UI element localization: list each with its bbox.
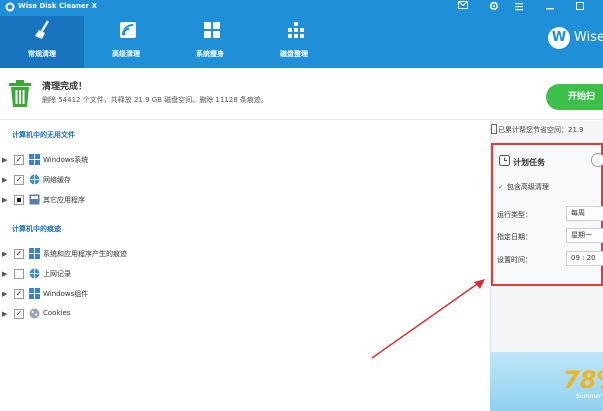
- trash-icon: [9, 80, 31, 107]
- app-logo-icon: [5, 2, 15, 12]
- title-bar: Wise Disk Cleaner X: [0, 0, 603, 14]
- app-title: Wise Disk Cleaner X: [18, 2, 97, 10]
- windows-icon: [29, 288, 40, 299]
- disk-icon: [491, 124, 497, 134]
- globe-icon: [29, 174, 40, 185]
- item-label: 上网记录: [43, 270, 71, 278]
- globe-icon: [29, 268, 40, 279]
- item-checkbox[interactable]: ✓: [14, 249, 24, 259]
- expand-arrow-icon[interactable]: ▶: [2, 156, 8, 164]
- maximize-icon[interactable]: [574, 1, 586, 12]
- promo-subtitle: Summer: [576, 393, 602, 400]
- expand-arrow-icon[interactable]: ▶: [2, 196, 8, 204]
- expand-arrow-icon[interactable]: ▶: [2, 176, 8, 184]
- mail-icon[interactable]: [457, 1, 469, 12]
- brand-logo-icon: W: [548, 27, 570, 49]
- windows-icon: [204, 22, 220, 38]
- minimize-icon[interactable]: [544, 1, 556, 12]
- item-checkbox[interactable]: ✓: [14, 289, 24, 299]
- list-item[interactable]: ▶ 其它应用程序: [0, 193, 480, 207]
- list-item[interactable]: ▶ ✓ 系统和应用程序产生的痕迹: [0, 247, 480, 261]
- item-label: Windows组件: [43, 290, 89, 298]
- tab-label: 系统瘦身: [196, 50, 224, 58]
- list-item[interactable]: ▶ ✓ 网络缓存: [0, 173, 480, 187]
- expand-arrow-icon[interactable]: ▶: [2, 310, 8, 318]
- item-checkbox[interactable]: ✓: [14, 175, 24, 185]
- list-item[interactable]: ▶ ✓ Windows系统: [0, 153, 480, 167]
- app-icon: [29, 194, 40, 205]
- windows-icon: [29, 154, 40, 165]
- item-label: 其它应用程序: [43, 196, 85, 204]
- advanced-clean-icon: [120, 22, 136, 38]
- item-label: 网络缓存: [43, 176, 71, 184]
- schedule-toggle[interactable]: [591, 153, 603, 167]
- brand-text: WiseC: [574, 30, 603, 45]
- item-label: Cookies: [43, 309, 71, 317]
- run-type-label: 运行类型：: [497, 211, 532, 219]
- list-item[interactable]: ▶ ✓ Cookies: [0, 307, 480, 321]
- section-title-junk-files: 计算机中的无用文件: [12, 131, 75, 139]
- clean-complete-title: 清理完成！: [42, 82, 88, 92]
- time-label: 设置时间：: [497, 256, 532, 264]
- tab-regular-clean[interactable]: 常规清理: [0, 16, 84, 68]
- status-area: [0, 68, 603, 120]
- tab-advanced-clean[interactable]: 高级清理: [84, 16, 168, 68]
- broom-icon: [35, 20, 49, 39]
- clean-summary-text: 删除 54412 个文件，共释放 21.9 GB 磁盘空间。删除 11128 条…: [42, 96, 268, 104]
- tab-label: 磁盘整理: [280, 50, 308, 58]
- item-checkbox[interactable]: ✓: [14, 155, 24, 165]
- tab-label: 常规清理: [28, 50, 56, 58]
- time-input[interactable]: 09 : 20: [566, 251, 603, 266]
- list-item[interactable]: ▶ ✓ Windows组件: [0, 287, 480, 301]
- settings-menu-icon[interactable]: [513, 1, 525, 12]
- date-select[interactable]: 星期一: [566, 228, 603, 243]
- include-advanced-checkbox[interactable]: ✓ 包含高级清理: [498, 182, 549, 192]
- expand-arrow-icon[interactable]: ▶: [2, 250, 8, 258]
- include-advanced-label: 包含高级清理: [506, 183, 549, 191]
- tab-system-slim[interactable]: 系统瘦身: [168, 16, 252, 68]
- start-scan-button[interactable]: 开始扫: [546, 84, 603, 110]
- tab-disk-defrag[interactable]: 磁盘整理: [252, 16, 336, 68]
- cookie-icon: [29, 308, 40, 319]
- settings-icon[interactable]: [488, 1, 500, 12]
- section-title-traces: 计算机中的痕迹: [12, 225, 61, 233]
- date-label: 指定日期：: [497, 233, 532, 241]
- tab-label: 高级清理: [112, 50, 140, 58]
- clock-icon: [499, 155, 510, 166]
- expand-arrow-icon[interactable]: ▶: [2, 270, 8, 278]
- item-checkbox[interactable]: ✓: [14, 309, 24, 319]
- header-bar: Wise Disk Cleaner X 常规清理 高级清理 系统瘦身 磁盘整理 …: [0, 0, 603, 68]
- run-type-select[interactable]: 每周: [566, 206, 603, 221]
- item-label: 系统和应用程序产生的痕迹: [43, 250, 127, 258]
- windows-icon: [29, 248, 40, 259]
- schedule-title: 计划任务: [513, 158, 545, 167]
- promo-percent: 78%: [563, 366, 603, 394]
- item-label: Windows系统: [43, 156, 89, 164]
- space-saved-text: 已累计帮您节省空间：21.9: [498, 126, 584, 134]
- list-item[interactable]: ▶ 上网记录: [0, 267, 480, 281]
- defrag-icon: [288, 22, 304, 38]
- item-checkbox[interactable]: [14, 269, 24, 279]
- expand-arrow-icon[interactable]: ▶: [2, 290, 8, 298]
- item-checkbox[interactable]: [14, 195, 24, 205]
- check-icon: ✓: [498, 183, 504, 191]
